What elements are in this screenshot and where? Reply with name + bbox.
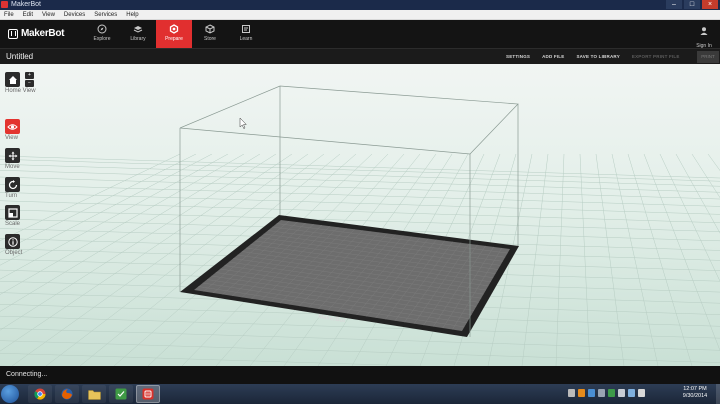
turn-button[interactable] (5, 177, 20, 192)
taskbar-chrome[interactable] (28, 385, 52, 403)
connection-status: Connecting... (6, 371, 48, 378)
clock-date: 9/30/2014 (682, 393, 708, 399)
print-button[interactable]: PRINT (697, 51, 719, 63)
tool-scale[interactable]: Scale (5, 205, 45, 228)
zoom-out-button[interactable]: − (25, 80, 34, 87)
home-icon (8, 75, 17, 84)
tool-turn[interactable]: Turn (5, 177, 45, 200)
prepare-icon (169, 24, 179, 34)
menu-edit[interactable]: Edit (23, 10, 33, 19)
compass-icon (97, 24, 107, 34)
minimize-button[interactable]: – (666, 0, 682, 9)
tool-move[interactable]: Move (5, 148, 45, 171)
show-desktop-button[interactable] (716, 384, 720, 404)
taskbar-firefox[interactable] (55, 385, 79, 403)
menu-services[interactable]: Services (94, 10, 117, 19)
menu-file[interactable]: File (4, 10, 14, 19)
view-label: View (5, 135, 18, 141)
add-file-button[interactable]: ADD FILE (542, 49, 564, 65)
tray-arrow-icon[interactable] (568, 389, 575, 397)
taskbar-explorer[interactable] (82, 385, 106, 403)
tray-app-icon-blue[interactable] (588, 389, 595, 397)
windows-taskbar: 12:07 PM 9/30/2014 (0, 384, 720, 404)
scale-button[interactable] (5, 205, 20, 220)
tab-learn[interactable]: Learn (228, 20, 264, 48)
user-icon (699, 23, 709, 41)
home-view-label: Home View (5, 88, 36, 94)
makerbot-logo-icon (8, 28, 18, 39)
tray-app-icon-green[interactable] (608, 389, 615, 397)
move-button[interactable] (5, 148, 20, 163)
tray-app-icon-orange[interactable] (578, 389, 585, 397)
tab-learn-label: Learn (239, 36, 253, 42)
turn-label: Turn (5, 193, 18, 199)
tab-prepare[interactable]: Prepare (156, 20, 192, 48)
scale-label: Scale (5, 221, 21, 227)
close-button[interactable]: × (702, 0, 718, 9)
tab-library-label: Library (130, 36, 146, 42)
tab-store[interactable]: Store (192, 20, 228, 48)
tab-library[interactable]: Library (120, 20, 156, 48)
taskbar-makerbot[interactable] (136, 385, 160, 403)
taskbar-app-green[interactable] (109, 385, 133, 403)
library-icon (133, 24, 143, 34)
sign-in-button[interactable]: Sign In (694, 23, 714, 49)
info-icon (7, 236, 18, 247)
zoom-in-button[interactable]: + (25, 72, 34, 79)
window-title: MakerBot (11, 1, 41, 8)
app-icon (1, 1, 8, 8)
start-button[interactable] (1, 385, 19, 403)
top-nav: MakerBot Explore Library Prepare Store L… (0, 20, 720, 49)
tab-store-label: Store (204, 36, 216, 42)
scale-icon (7, 207, 18, 218)
tray-flag-icon[interactable] (618, 389, 625, 397)
brand-name: MakerBot (21, 28, 65, 39)
mouse-cursor (239, 117, 247, 129)
move-icon (8, 151, 17, 160)
object-label: Object (5, 250, 23, 256)
eye-icon (7, 123, 18, 130)
build-volume-scene: MakerBot (0, 85, 720, 366)
move-label: Move (5, 164, 20, 170)
menubar: File Edit View Devices Services Help (0, 10, 720, 20)
settings-button[interactable]: SETTINGS (506, 49, 530, 65)
menu-view[interactable]: View (42, 10, 55, 19)
volume-icon[interactable] (638, 389, 645, 397)
taskbar-clock[interactable]: 12:07 PM 9/30/2014 (676, 386, 714, 400)
rotate-icon (8, 179, 17, 189)
chrome-icon (34, 388, 46, 400)
clock-time: 12:07 PM (683, 386, 707, 392)
folder-icon (87, 389, 101, 400)
home-view-button[interactable] (5, 72, 20, 87)
tool-view[interactable]: View (5, 119, 45, 142)
tab-prepare-label: Prepare (165, 36, 183, 42)
network-icon[interactable] (628, 389, 635, 397)
object-button[interactable] (5, 234, 20, 249)
makerbot-taskbar-icon (142, 388, 154, 400)
store-icon (205, 24, 215, 34)
view-button[interactable] (5, 119, 20, 134)
makerbot-logo: MakerBot (8, 28, 64, 39)
tab-explore-label: Explore (93, 36, 111, 42)
maximize-button[interactable]: □ (684, 0, 700, 9)
tray-app-icon-gray[interactable] (598, 389, 605, 397)
document-title[interactable]: Untitled (6, 49, 33, 65)
tool-home-view[interactable]: Home View + − (5, 72, 45, 95)
learn-icon (241, 24, 251, 34)
system-tray (568, 389, 645, 397)
save-to-library-button[interactable]: SAVE TO LIBRARY (576, 49, 619, 65)
build-viewport[interactable]: MakerBot Home View + − View Move Turn Sc… (0, 64, 720, 366)
export-print-file-button[interactable]: EXPORT PRINT FILE (632, 49, 680, 65)
status-bar: Connecting... (0, 366, 720, 384)
firefox-icon (61, 388, 73, 400)
tab-explore[interactable]: Explore (84, 20, 120, 48)
menu-help[interactable]: Help (126, 10, 138, 19)
window-titlebar: MakerBot – □ × (0, 0, 720, 10)
menu-devices[interactable]: Devices (64, 10, 85, 19)
document-bar: Untitled SETTINGS ADD FILE SAVE TO LIBRA… (0, 48, 720, 64)
tool-object[interactable]: Object (5, 234, 45, 257)
app-icon-green (115, 388, 127, 400)
